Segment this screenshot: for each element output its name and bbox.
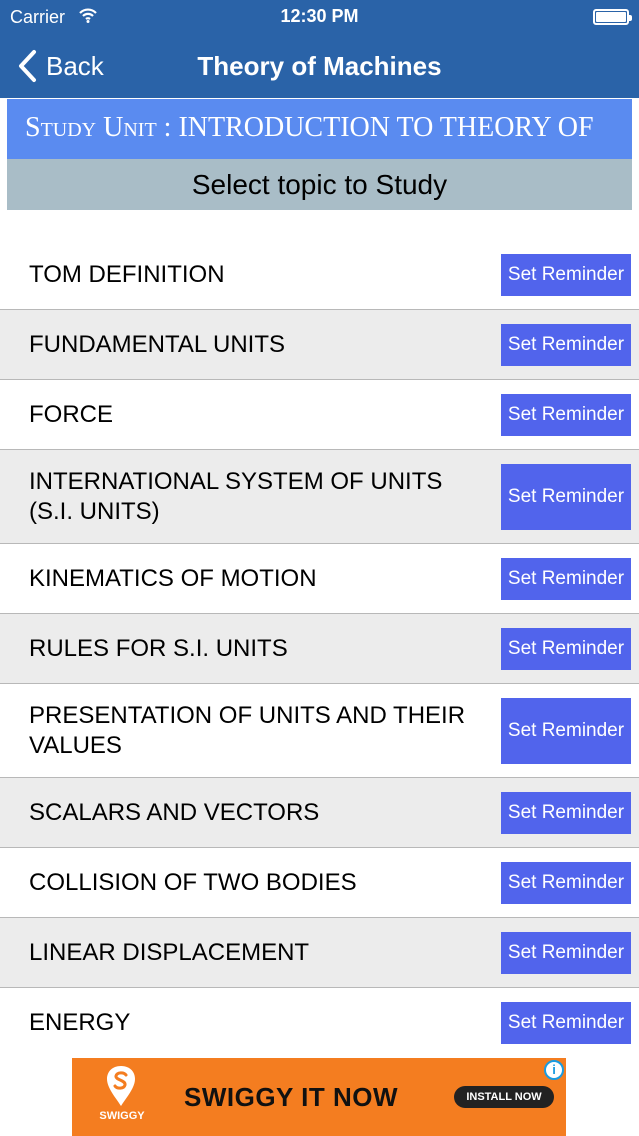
set-reminder-button[interactable]: Set Reminder bbox=[501, 627, 631, 670]
topic-row[interactable]: FUNDAMENTAL UNITS Set Reminder bbox=[0, 310, 639, 380]
swiggy-logo-icon: SWIGGY bbox=[92, 1064, 152, 1130]
topic-row[interactable]: FORCE Set Reminder bbox=[0, 380, 639, 450]
status-bar: Carrier 12:30 PM bbox=[0, 0, 639, 34]
set-reminder-button[interactable]: Set Reminder bbox=[501, 323, 631, 366]
ad-brand: SWIGGY bbox=[99, 1110, 145, 1122]
topic-row[interactable]: ENERGY Set Reminder bbox=[0, 988, 639, 1058]
topic-title: PRESENTATION OF UNITS AND THEIR VALUES bbox=[29, 701, 466, 759]
topic-title: TOM DEFINITION bbox=[29, 260, 225, 288]
topic-row[interactable]: RULES FOR S.I. UNITS Set Reminder bbox=[0, 614, 639, 684]
set-reminder-button[interactable]: Set Reminder bbox=[501, 931, 631, 974]
set-reminder-button[interactable]: Set Reminder bbox=[501, 557, 631, 600]
ad-banner[interactable]: SWIGGY SWIGGY IT NOW INSTALL NOW i bbox=[72, 1058, 566, 1136]
study-unit-label: Study Unit : INTRODUCTION TO THEORY OF bbox=[25, 112, 594, 143]
topic-row[interactable]: PRESENTATION OF UNITS AND THEIR VALUES Se… bbox=[0, 684, 639, 778]
info-icon[interactable]: i bbox=[544, 1060, 564, 1080]
topic-row[interactable]: COLLISION OF TWO BODIES Set Reminder bbox=[0, 848, 639, 918]
install-now-button[interactable]: INSTALL NOW bbox=[454, 1086, 554, 1108]
set-reminder-button[interactable]: Set Reminder bbox=[501, 1002, 631, 1044]
battery-icon bbox=[593, 9, 632, 25]
ad-headline: SWIGGY IT NOW bbox=[184, 1082, 399, 1112]
set-reminder-button[interactable]: Set Reminder bbox=[501, 697, 631, 764]
topic-list: TOM DEFINITION Set Reminder FUNDAMENTAL UN… bbox=[0, 240, 639, 1058]
select-topic-heading: Select topic to Study bbox=[7, 159, 632, 210]
topic-row[interactable]: TOM DEFINITION Set Reminder bbox=[0, 240, 639, 310]
clock: 12:30 PM bbox=[280, 6, 359, 26]
topic-title: ENERGY bbox=[29, 1009, 131, 1036]
topic-row[interactable]: LINEAR DISPLACEMENT Set Reminder bbox=[0, 918, 639, 988]
set-reminder-button[interactable]: Set Reminder bbox=[501, 463, 631, 530]
topic-title: FUNDAMENTAL UNITS bbox=[29, 330, 286, 358]
topic-title: SCALARS AND VECTORS bbox=[29, 798, 320, 826]
set-reminder-button[interactable]: Set Reminder bbox=[501, 253, 631, 296]
topic-title: INTERNATIONAL SYSTEM OF UNITS (S.I. UNIT… bbox=[29, 467, 443, 525]
topic-title: RULES FOR S.I. UNITS bbox=[29, 634, 288, 662]
topic-title: COLLISION OF TWO BODIES bbox=[29, 868, 357, 896]
topic-title: KINEMATICS OF MOTION bbox=[29, 564, 317, 592]
set-reminder-button[interactable]: Set Reminder bbox=[501, 393, 631, 436]
navigation-bar: Back Theory of Machines bbox=[0, 34, 639, 98]
study-unit-banner: Study Unit : INTRODUCTION TO THEORY OF bbox=[7, 99, 632, 159]
set-reminder-button[interactable]: Set Reminder bbox=[501, 791, 631, 834]
topic-row[interactable]: SCALARS AND VECTORS Set Reminder bbox=[0, 778, 639, 848]
set-reminder-button[interactable]: Set Reminder bbox=[501, 861, 631, 904]
page-title: Theory of Machines bbox=[197, 51, 442, 81]
topic-row[interactable]: INTERNATIONAL SYSTEM OF UNITS (S.I. UNIT… bbox=[0, 450, 639, 544]
topic-title: LINEAR DISPLACEMENT bbox=[29, 938, 310, 966]
topic-row[interactable]: KINEMATICS OF MOTION Set Reminder bbox=[0, 544, 639, 614]
topic-title: FORCE bbox=[29, 400, 113, 428]
